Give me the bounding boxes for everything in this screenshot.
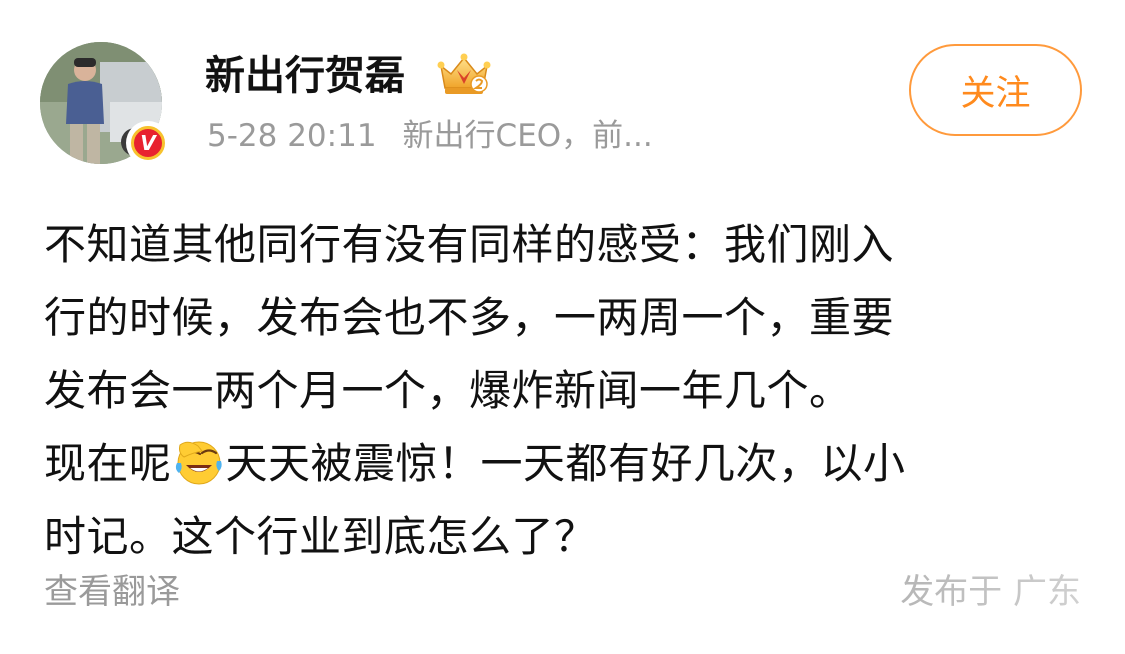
post-timestamp: 5-28 20:11 [207,118,377,154]
laughing-crying-emoji-icon [175,441,222,485]
post-line: 行的时候，发布会也不多，一两周一个，重要 [44,293,895,342]
verified-badge: V [126,121,170,165]
author-description[interactable]: 新出行CEO，前... [403,118,653,154]
follow-button[interactable]: 关注 [909,44,1082,136]
view-translation-link[interactable]: 查看翻译 [44,568,180,616]
post-location: 发布于 广东 [900,572,1081,612]
post-line: 现在呢 天天被震惊！一天都有好几次，以小 [44,427,1084,500]
post-line-segment: 天天被震惊！一天都有好几次，以小 [225,439,906,488]
post-line: 不知道其他同行有没有同样的感受：我们刚入 [44,220,895,269]
post-meta: 5-28 20:11 新出行CEO，前... [207,114,653,158]
verified-v-icon: V [131,126,165,160]
post-line: 发布会一两个月一个，爆炸新闻一年几个。 [44,366,852,415]
post-content: 不知道其他同行有没有同样的感受：我们刚入 行的时候，发布会也不多，一两周一个，重… [44,208,1084,573]
crown-level-icon [437,53,491,94]
post-line-segment: 现在呢 [44,439,172,488]
author-name[interactable]: 新出行贺磊 [205,48,405,104]
post-line: 时记。这个行业到底怎么了？ [44,512,597,561]
